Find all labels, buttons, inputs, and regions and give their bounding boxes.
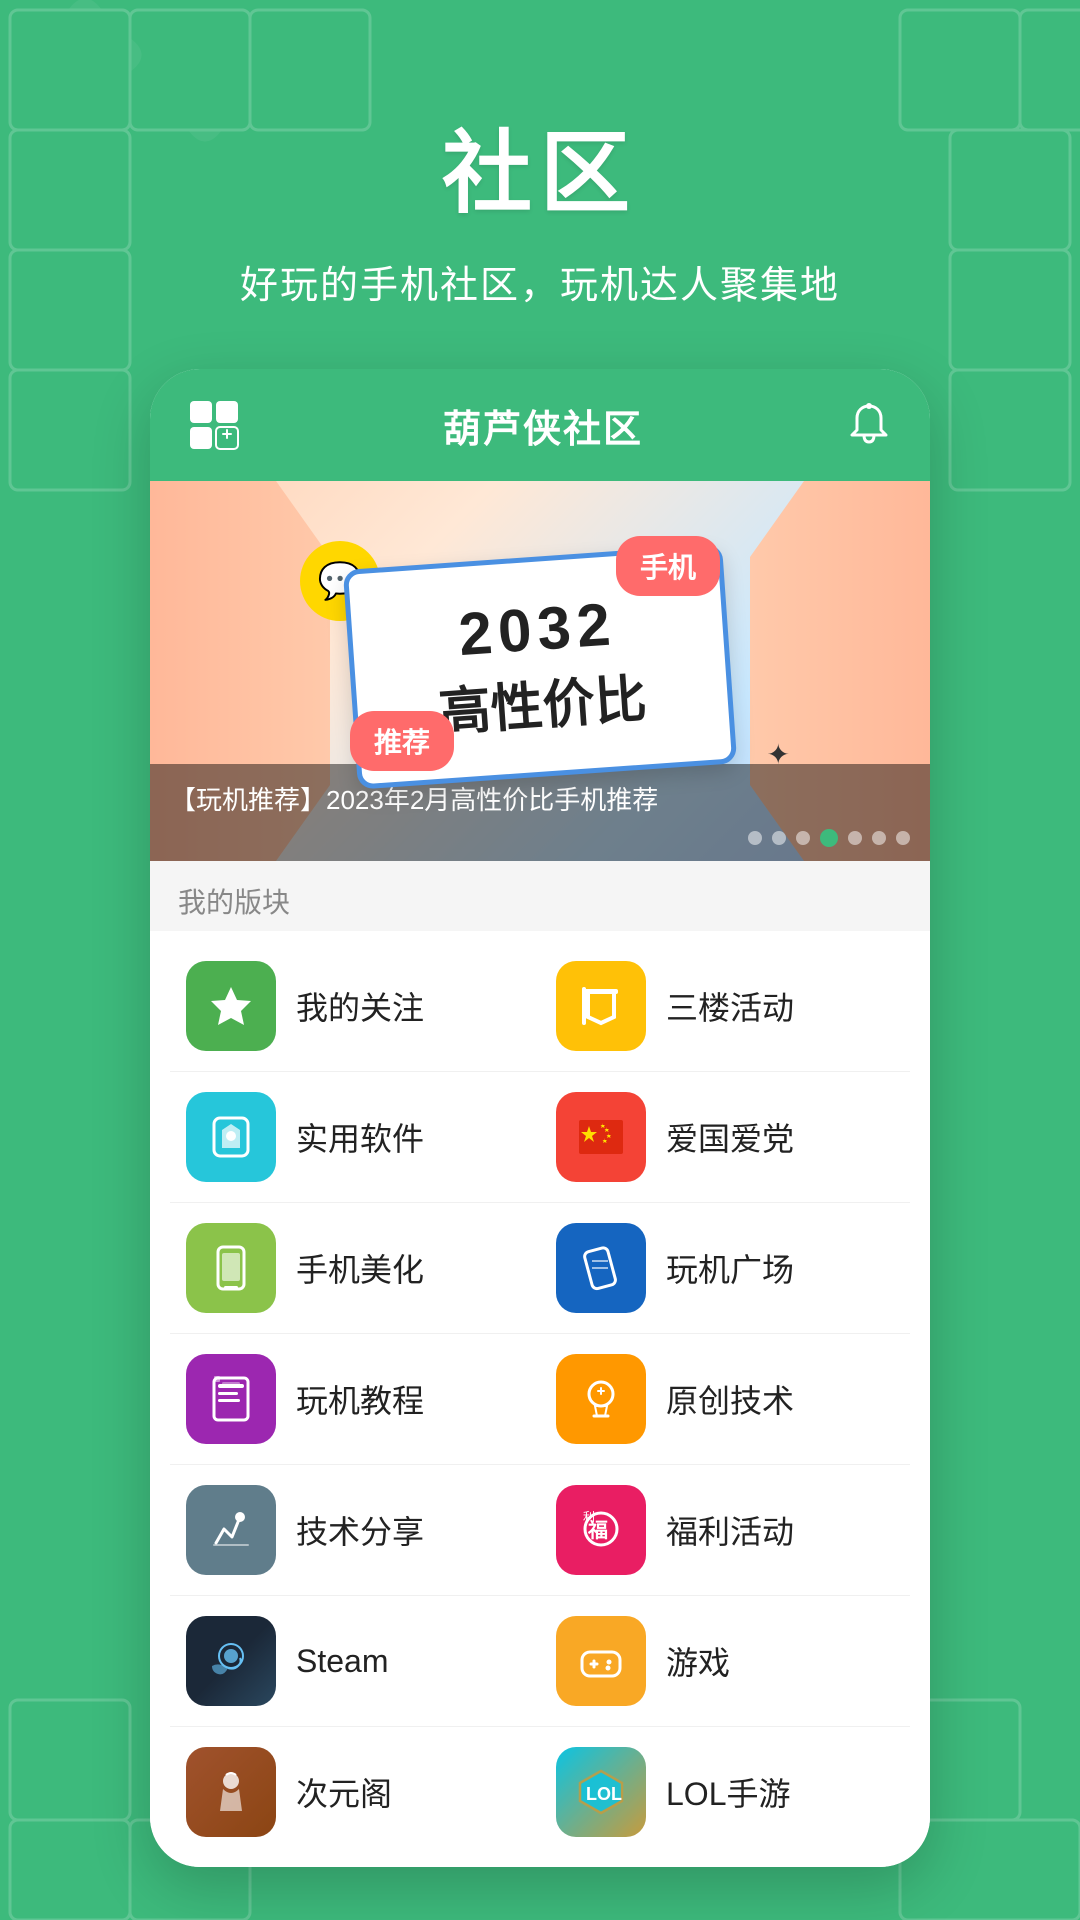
grid-row-6: 次元阁 LOL LOL手游: [170, 1727, 910, 1857]
sparkle-decoration-2: ✦: [767, 738, 790, 771]
phone-tutorial-icon: [186, 1354, 276, 1444]
tech-share-label: 技术分享: [296, 1507, 424, 1553]
list-item[interactable]: 玩机广场: [540, 1211, 910, 1325]
phone-plaza-icon: [556, 1223, 646, 1313]
phone-tutorial-label: 玩机教程: [296, 1376, 424, 1422]
steam-icon: [186, 1616, 276, 1706]
tech-share-icon: [186, 1485, 276, 1575]
page-title: 社区: [40, 100, 1040, 230]
list-item[interactable]: 福 利 福利活动: [540, 1473, 910, 1587]
grid-row-0: 我的关注 三楼活动: [170, 941, 910, 1072]
banner-pagination: [748, 829, 910, 847]
welfare-activity-icon: 福 利: [556, 1485, 646, 1575]
patriot-icon: [556, 1092, 646, 1182]
svg-text:利: 利: [583, 1510, 595, 1524]
phone-plaza-label: 玩机广场: [666, 1245, 794, 1291]
grid-row-2: 手机美化 玩机广场: [170, 1203, 910, 1334]
dot-3: [796, 831, 810, 845]
list-item[interactable]: 技术分享: [170, 1473, 540, 1587]
original-tech-icon: [556, 1354, 646, 1444]
app-header: 葫芦侠社区: [150, 369, 930, 481]
banner-main-text: 高性价比: [436, 656, 649, 745]
game-label: 游戏: [666, 1638, 730, 1684]
list-item[interactable]: LOL LOL手游: [540, 1735, 910, 1849]
notification-button[interactable]: [844, 400, 894, 450]
dot-7: [896, 831, 910, 845]
list-item[interactable]: 玩机教程: [170, 1342, 540, 1456]
phone-beauty-label: 手机美化: [296, 1245, 424, 1291]
list-item[interactable]: 次元阁: [170, 1735, 540, 1849]
dot-4-active: [820, 829, 838, 847]
original-tech-label: 原创技术: [666, 1376, 794, 1422]
banner-tag-phone: 手机: [616, 536, 720, 596]
useful-software-label: 实用软件: [296, 1114, 424, 1160]
list-item[interactable]: 游戏: [540, 1604, 910, 1718]
dot-5: [848, 831, 862, 845]
grid-row-1: 实用软件 爱国爱党: [170, 1072, 910, 1203]
grid-row-3: 玩机教程 原创技术: [170, 1334, 910, 1465]
third-floor-label: 三楼活动: [666, 983, 794, 1029]
section-label: 我的版块: [150, 861, 930, 931]
patriot-label: 爱国爱党: [666, 1114, 794, 1160]
banner-tag-tuijian: 推荐: [350, 711, 454, 771]
dot-2: [772, 831, 786, 845]
anime-pavilion-icon: [186, 1747, 276, 1837]
phone-container: 葫芦侠社区 💬 ✦ ✦ 2032 高性价比: [150, 369, 930, 1867]
items-grid: 我的关注 三楼活动: [150, 931, 930, 1867]
list-item[interactable]: 原创技术: [540, 1342, 910, 1456]
list-item[interactable]: 实用软件: [170, 1080, 540, 1194]
banner-year: 2032: [456, 589, 618, 669]
third-floor-icon: [556, 961, 646, 1051]
game-icon: [556, 1616, 646, 1706]
lol-mobile-icon: LOL: [556, 1747, 646, 1837]
steam-label: Steam: [296, 1643, 388, 1680]
grid-row-4: 技术分享 福 利 福利活动: [170, 1465, 910, 1596]
bell-icon: [844, 400, 894, 450]
app-title: 葫芦侠社区: [443, 398, 643, 453]
dot-1: [748, 831, 762, 845]
page-subtitle: 好玩的手机社区，玩机达人聚集地: [40, 254, 1040, 309]
list-item[interactable]: 爱国爱党: [540, 1080, 910, 1194]
page-header: 社区 好玩的手机社区，玩机达人聚集地: [0, 0, 1080, 369]
grid-row-5: Steam 游戏: [170, 1596, 910, 1727]
useful-software-icon: [186, 1092, 276, 1182]
list-item[interactable]: 手机美化: [170, 1211, 540, 1325]
anime-pavilion-label: 次元阁: [296, 1769, 392, 1815]
dot-6: [872, 831, 886, 845]
grid-plus-button[interactable]: [186, 397, 242, 453]
lol-mobile-label: LOL手游: [666, 1769, 791, 1815]
list-item[interactable]: Steam: [170, 1604, 540, 1718]
list-item[interactable]: 三楼活动: [540, 949, 910, 1063]
list-item[interactable]: 我的关注: [170, 949, 540, 1063]
grid-plus-icon: [188, 399, 240, 451]
phone-beauty-icon: [186, 1223, 276, 1313]
svg-text:LOL: LOL: [586, 1784, 622, 1804]
welfare-activity-label: 福利活动: [666, 1507, 794, 1553]
banner-area[interactable]: 💬 ✦ ✦ 2032 高性价比 推荐 手机 【玩机推荐】2023年2月高性价比手…: [150, 481, 930, 861]
my-follow-label: 我的关注: [296, 983, 424, 1029]
my-follow-icon: [186, 961, 276, 1051]
